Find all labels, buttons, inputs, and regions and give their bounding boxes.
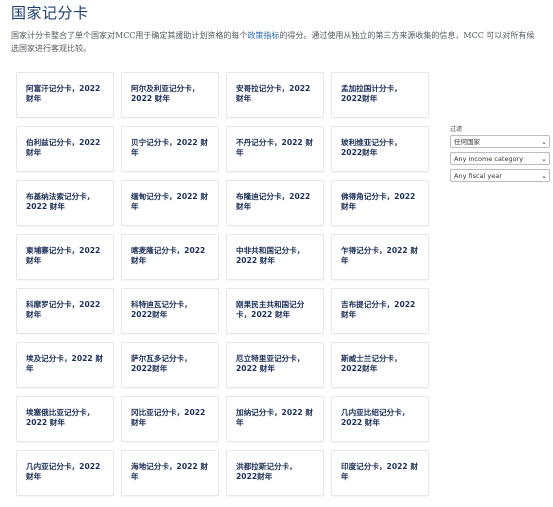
- filters-panel: 过滤 任何国家 ⌄ Any income category ⌄ Any fiscal…: [450, 124, 550, 186]
- scorecard-card[interactable]: 布隆迪记分卡，2022财年: [226, 180, 324, 226]
- scorecard-card[interactable]: 柬埔寨记分卡，2022财年: [16, 234, 114, 280]
- scorecard-card[interactable]: 洪都拉斯记分卡，2022财年: [226, 450, 324, 496]
- scorecard-card[interactable]: 科特迪瓦记分卡，2022财年: [121, 288, 219, 334]
- scorecard-card[interactable]: 阿富汗记分卡，2022财年: [16, 72, 114, 118]
- chevron-down-icon: ⌄: [541, 155, 547, 163]
- scorecard-card[interactable]: 中非共和国记分卡，2022 财年: [226, 234, 324, 280]
- scorecard-card[interactable]: 印度记分卡，2022 财年: [331, 450, 429, 496]
- scorecard-card[interactable]: 阿尔及利亚记分卡，2022 财年: [121, 72, 219, 118]
- scorecard-card[interactable]: 刚果民主共和国记分卡，2022 财年: [226, 288, 324, 334]
- scorecard-card[interactable]: 缅甸记分卡，2022 财年: [121, 180, 219, 226]
- scorecard-card[interactable]: 几内亚记分卡，2022财年: [16, 450, 114, 496]
- scorecard-card[interactable]: 孟加拉国计分卡，2022财年: [331, 72, 429, 118]
- scorecard-card[interactable]: 伯利兹记分卡，2022财年: [16, 126, 114, 172]
- chevron-down-icon: ⌄: [541, 172, 547, 180]
- page-title: 国家记分卡: [11, 4, 89, 22]
- scorecard-card[interactable]: 贝宁记分卡，2022 财年: [121, 126, 219, 172]
- scorecard-card[interactable]: 海地记分卡，2022 财年: [121, 450, 219, 496]
- scorecard-card[interactable]: 埃塞俄比亚记分卡，2022 财年: [16, 396, 114, 442]
- intro-text: 国家计分卡整合了单个国家对MCC用于确定其援助计划资格的每个政策指标的得分。通过…: [11, 31, 535, 53]
- scorecard-card[interactable]: 冈比亚记分卡，2022财年: [121, 396, 219, 442]
- chevron-down-icon: ⌄: [541, 138, 547, 146]
- filters-label: 过滤: [450, 126, 463, 133]
- scorecard-card[interactable]: 佛得角记分卡，2022财年: [331, 180, 429, 226]
- scorecard-card[interactable]: 几内亚比绍记分卡，2022 财年: [331, 396, 429, 442]
- scorecard-card[interactable]: 厄立特里亚记分卡，2022 财年: [226, 342, 324, 388]
- policy-indicators-link[interactable]: 政策指标: [247, 31, 279, 40]
- scorecard-card[interactable]: 科摩罗记分卡，2022财年: [16, 288, 114, 334]
- scorecard-card[interactable]: 吉布提记分卡，2022财年: [331, 288, 429, 334]
- scorecard-card[interactable]: 加纳记分卡，2022 财年: [226, 396, 324, 442]
- scorecard-card[interactable]: 乍得记分卡，2022 财年: [331, 234, 429, 280]
- scorecard-card[interactable]: 玻利维亚记分卡，2022财年: [331, 126, 429, 172]
- scorecard-card[interactable]: 不丹记分卡，2022 财年: [226, 126, 324, 172]
- country-select[interactable]: 任何国家 ⌄: [450, 135, 550, 148]
- scorecard-card[interactable]: 布基纳法索记分卡，2022 财年: [16, 180, 114, 226]
- scorecard-card[interactable]: 安哥拉记分卡，2022财年: [226, 72, 324, 118]
- fiscal-year-select[interactable]: Any fiscal year ⌄: [450, 169, 550, 182]
- scorecard-card[interactable]: 斯威士兰记分卡，2022财年: [331, 342, 429, 388]
- scorecard-card[interactable]: 萨尔瓦多记分卡，2022财年: [121, 342, 219, 388]
- scorecard-card[interactable]: 埃及记分卡，2022 财年: [16, 342, 114, 388]
- scorecard-card[interactable]: 喀麦隆记分卡，2022财年: [121, 234, 219, 280]
- income-category-select[interactable]: Any income category ⌄: [450, 152, 550, 165]
- scorecard-grid: 阿富汗记分卡，2022财年 阿尔及利亚记分卡，2022 财年 安哥拉记分卡，2022…: [16, 72, 429, 496]
